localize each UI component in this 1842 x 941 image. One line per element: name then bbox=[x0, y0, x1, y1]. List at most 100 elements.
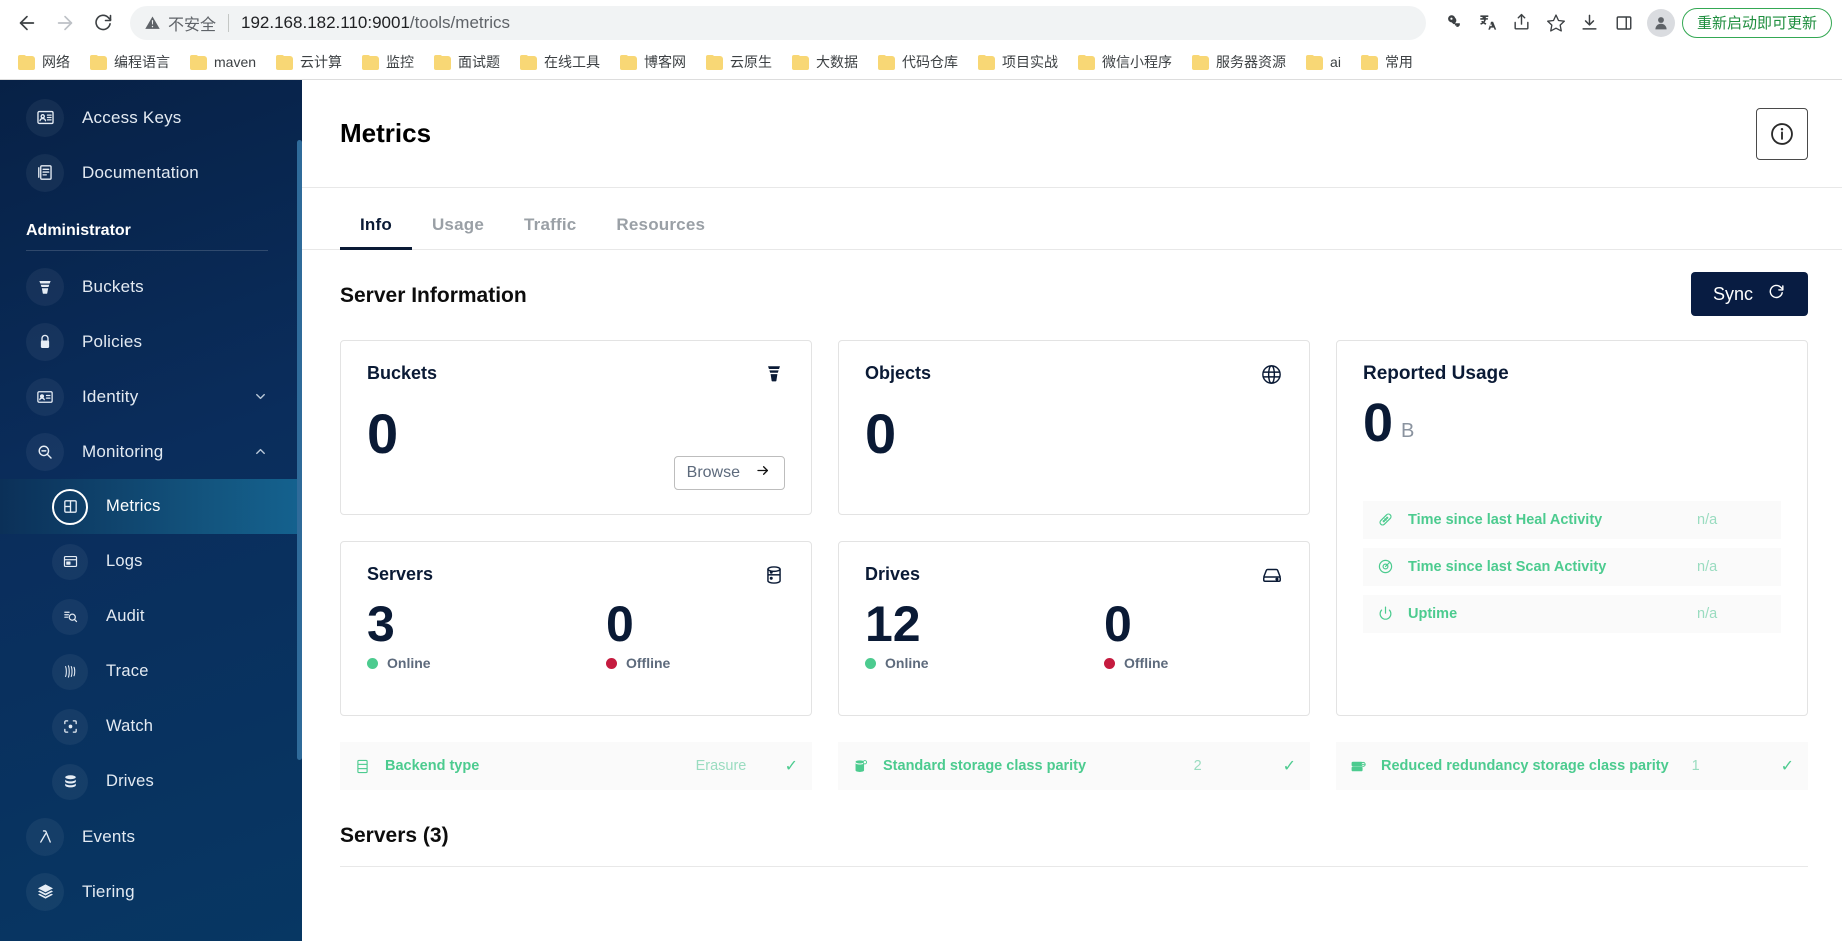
bookmark-label: 在线工具 bbox=[544, 54, 601, 70]
bookmark-item[interactable]: 云原生 bbox=[698, 48, 780, 76]
download-icon[interactable] bbox=[1574, 7, 1606, 39]
documentation-icon bbox=[26, 153, 64, 192]
sidebar-top-section: Access Keys Documentation bbox=[0, 90, 302, 200]
tab-traffic[interactable]: Traffic bbox=[504, 215, 596, 249]
profile-avatar[interactable] bbox=[1646, 8, 1675, 37]
browser-chrome: 不安全 192.168.182.110:9001/tools/metrics 重… bbox=[0, 0, 1842, 80]
url-path: /tools/metrics bbox=[409, 12, 511, 32]
sidebar-item-buckets[interactable]: Buckets bbox=[0, 259, 302, 314]
restart-to-update-button[interactable]: 重新启动即可更新 bbox=[1681, 7, 1832, 38]
sidebar-item-label: Access Keys bbox=[82, 107, 182, 127]
sidebar-item-label: Watch bbox=[106, 717, 154, 735]
bookmark-item[interactable]: 编程语言 bbox=[82, 48, 178, 76]
bookmark-item[interactable]: 在线工具 bbox=[512, 48, 608, 76]
reload-button[interactable] bbox=[86, 6, 120, 40]
info-pill-label: Standard storage class parity bbox=[883, 757, 1087, 774]
sidebar-item-identity[interactable]: Identity bbox=[0, 369, 302, 424]
bookmark-item[interactable]: 代码仓库 bbox=[870, 48, 966, 76]
page-header: Metrics bbox=[302, 80, 1842, 188]
security-warning[interactable]: 不安全 bbox=[144, 11, 216, 35]
help-info-icon[interactable] bbox=[1756, 107, 1808, 160]
access-keys-icon bbox=[26, 98, 64, 137]
sidebar-item-access-keys[interactable]: Access Keys bbox=[0, 90, 302, 145]
bookmark-item[interactable]: 监控 bbox=[354, 48, 422, 76]
sidebar-item-events[interactable]: Events bbox=[0, 809, 302, 864]
drives-offline-stat: 0 Offline bbox=[1044, 599, 1283, 671]
audit-icon bbox=[52, 598, 88, 635]
backend-list-icon bbox=[354, 758, 371, 775]
drives-online-count: 12 bbox=[865, 596, 921, 652]
folder-icon bbox=[1306, 54, 1324, 70]
translate-icon[interactable] bbox=[1472, 7, 1504, 39]
sidebar-item-watch[interactable]: Watch bbox=[0, 699, 302, 754]
identity-card-icon bbox=[26, 377, 64, 416]
servers-stats: 3 Online 0 Offline bbox=[367, 599, 785, 671]
share-icon[interactable] bbox=[1506, 7, 1538, 39]
drives-offline-label-row: Offline bbox=[1104, 655, 1283, 671]
sidebar-item-logs[interactable]: Logs bbox=[0, 534, 302, 589]
browse-button[interactable]: Browse bbox=[673, 456, 785, 490]
password-key-icon[interactable] bbox=[1438, 7, 1470, 39]
folder-icon bbox=[792, 54, 810, 70]
bookmark-item[interactable]: 常用 bbox=[1353, 48, 1421, 76]
tab-resources[interactable]: Resources bbox=[596, 215, 725, 249]
folder-icon bbox=[620, 54, 638, 70]
bookmark-item[interactable]: ai bbox=[1298, 50, 1349, 74]
metrics-grid-icon bbox=[52, 488, 88, 525]
bookmark-item[interactable]: 服务器资源 bbox=[1184, 48, 1294, 76]
drives-database-icon bbox=[52, 763, 88, 800]
sidebar-item-tiering[interactable]: Tiering bbox=[0, 864, 302, 919]
sidebar-item-drives[interactable]: Drives bbox=[0, 754, 302, 809]
check-icon: ✓ bbox=[1780, 758, 1794, 775]
sidebar-item-metrics[interactable]: Metrics bbox=[0, 479, 302, 534]
servers-offline-count: 0 bbox=[606, 596, 634, 652]
info-pill-reduced-redundancy-parity: Reduced redundancy storage class parity … bbox=[1336, 742, 1808, 790]
bookmark-item[interactable]: maven bbox=[182, 50, 264, 74]
bookmark-label: 微信小程序 bbox=[1102, 54, 1173, 70]
info-pill-backend-type: Backend type Erasure ✓ bbox=[340, 742, 812, 790]
folder-icon bbox=[276, 54, 294, 70]
forward-button[interactable] bbox=[48, 6, 82, 40]
tab-usage[interactable]: Usage bbox=[412, 215, 504, 249]
address-bar[interactable]: 不安全 192.168.182.110:9001/tools/metrics bbox=[130, 5, 1426, 40]
bookmark-label: maven bbox=[214, 54, 257, 70]
sidebar-item-monitoring[interactable]: Monitoring bbox=[0, 424, 302, 479]
folder-icon bbox=[190, 54, 207, 70]
heal-bandage-icon bbox=[1377, 511, 1394, 528]
logs-icon bbox=[52, 543, 88, 580]
sidebar-item-label: Tiering bbox=[82, 881, 135, 901]
monitoring-search-icon bbox=[26, 432, 64, 471]
bookmark-item[interactable]: 云计算 bbox=[268, 48, 350, 76]
bookmark-item[interactable]: 大数据 bbox=[784, 48, 866, 76]
sidebar-item-audit[interactable]: Audit bbox=[0, 589, 302, 644]
bookmark-item[interactable]: 博客网 bbox=[612, 48, 694, 76]
objects-card: Objects 0 bbox=[838, 340, 1310, 515]
servers-offline-stat: 0 Offline bbox=[546, 599, 785, 671]
bookmark-item[interactable]: 面试题 bbox=[426, 48, 508, 76]
folder-icon bbox=[1360, 54, 1378, 70]
bookmark-item[interactable]: 网络 bbox=[10, 48, 78, 76]
folder-icon bbox=[90, 54, 107, 70]
server-information-header: Server Information Sync bbox=[340, 272, 1808, 316]
bookmark-label: 编程语言 bbox=[114, 54, 170, 70]
status-dot-online bbox=[367, 657, 378, 669]
sidebar-item-documentation[interactable]: Documentation bbox=[0, 145, 302, 200]
arrow-right-icon bbox=[754, 463, 772, 483]
chevron-down-icon[interactable] bbox=[253, 389, 268, 404]
server-information-title: Server Information bbox=[340, 284, 527, 307]
security-label: 不安全 bbox=[168, 16, 217, 34]
bookmark-label: 大数据 bbox=[816, 54, 859, 70]
side-panel-icon[interactable] bbox=[1608, 7, 1640, 39]
chevron-up-icon[interactable] bbox=[253, 444, 268, 459]
bookmark-item[interactable]: 项目实战 bbox=[970, 48, 1066, 76]
tab-info[interactable]: Info bbox=[340, 215, 412, 250]
folder-icon bbox=[706, 54, 724, 70]
sidebar-item-trace[interactable]: Trace bbox=[0, 644, 302, 699]
objects-icon bbox=[1260, 363, 1283, 391]
watch-icon bbox=[52, 708, 88, 745]
sync-button[interactable]: Sync bbox=[1690, 272, 1808, 316]
bookmark-star-icon[interactable] bbox=[1540, 7, 1572, 39]
back-button[interactable] bbox=[10, 6, 44, 40]
sidebar-item-policies[interactable]: Policies bbox=[0, 314, 302, 369]
bookmark-item[interactable]: 微信小程序 bbox=[1070, 48, 1180, 76]
